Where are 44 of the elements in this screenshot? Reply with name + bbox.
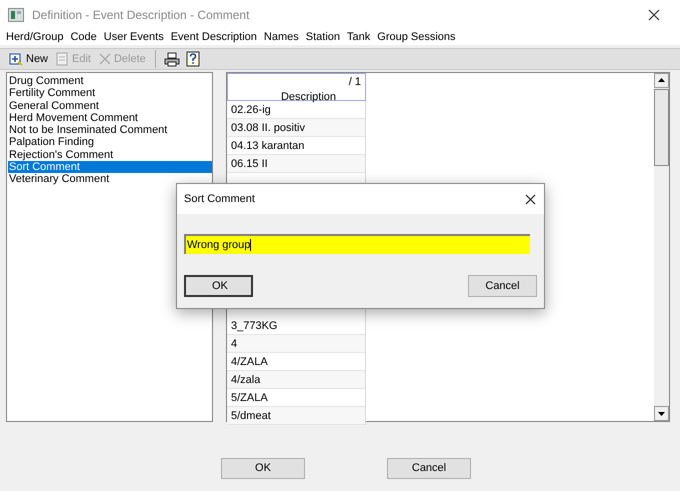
close-icon[interactable] xyxy=(525,194,536,204)
menu-item[interactable]: Event Description xyxy=(170,29,257,46)
cancel-button[interactable]: Cancel xyxy=(387,458,471,479)
ok-button[interactable]: OK xyxy=(221,458,305,479)
scroll-thumb[interactable] xyxy=(654,89,669,166)
new-button[interactable]: New xyxy=(8,50,50,68)
list-item[interactable]: Palpation Finding xyxy=(8,136,212,149)
list-item[interactable]: Herd Movement Comment xyxy=(8,112,212,124)
table-cell: 5/dmeat xyxy=(227,407,365,425)
cancel-button[interactable]: Cancel xyxy=(468,275,537,297)
app-icon xyxy=(8,8,24,22)
menu-item[interactable]: Code xyxy=(70,29,97,46)
new-icon xyxy=(9,52,23,66)
window-title: Definition - Event Description - Comment xyxy=(32,7,250,24)
menu-item[interactable]: User Events xyxy=(104,29,164,46)
scrollbar[interactable] xyxy=(654,73,669,421)
column-header[interactable]: / 1 Description xyxy=(227,73,366,101)
print-icon[interactable] xyxy=(164,52,180,66)
x-icon xyxy=(98,53,111,65)
menu-item[interactable]: Tank xyxy=(347,29,370,46)
menu-item[interactable]: Herd/Group xyxy=(6,29,64,46)
table-cell: 06.15 II xyxy=(227,155,365,173)
table-cell: 4/zala xyxy=(227,371,365,389)
scroll-down-icon[interactable] xyxy=(654,406,669,421)
menu-item[interactable]: Group Sessions xyxy=(377,29,456,46)
list-item[interactable]: Fertility Comment xyxy=(8,87,212,100)
dialog-title: Sort Comment xyxy=(184,192,255,207)
list-item[interactable]: Veterinary Comment xyxy=(8,173,212,186)
page-number: / 1 xyxy=(348,75,362,90)
document-icon xyxy=(56,52,70,66)
table-cell: 03.08 II. positiv xyxy=(227,119,365,137)
list-item[interactable]: Drug Comment xyxy=(8,75,212,88)
table-cell: 4 xyxy=(227,335,365,353)
list-item[interactable]: General Comment xyxy=(8,100,212,112)
close-icon[interactable] xyxy=(648,9,660,21)
list-item[interactable]: Not to be Inseminated Comment xyxy=(8,124,212,136)
help-icon[interactable] xyxy=(186,51,200,67)
scroll-up-icon[interactable] xyxy=(654,73,669,88)
list-item[interactable]: Sort Comment xyxy=(8,161,212,174)
comment-input[interactable]: Wrong group xyxy=(184,234,530,254)
menu-item[interactable]: Station xyxy=(306,29,340,46)
list-item[interactable]: Rejection's Comment xyxy=(8,148,212,162)
ok-button[interactable]: OK xyxy=(184,275,253,297)
menu-item[interactable]: Names xyxy=(264,29,299,46)
